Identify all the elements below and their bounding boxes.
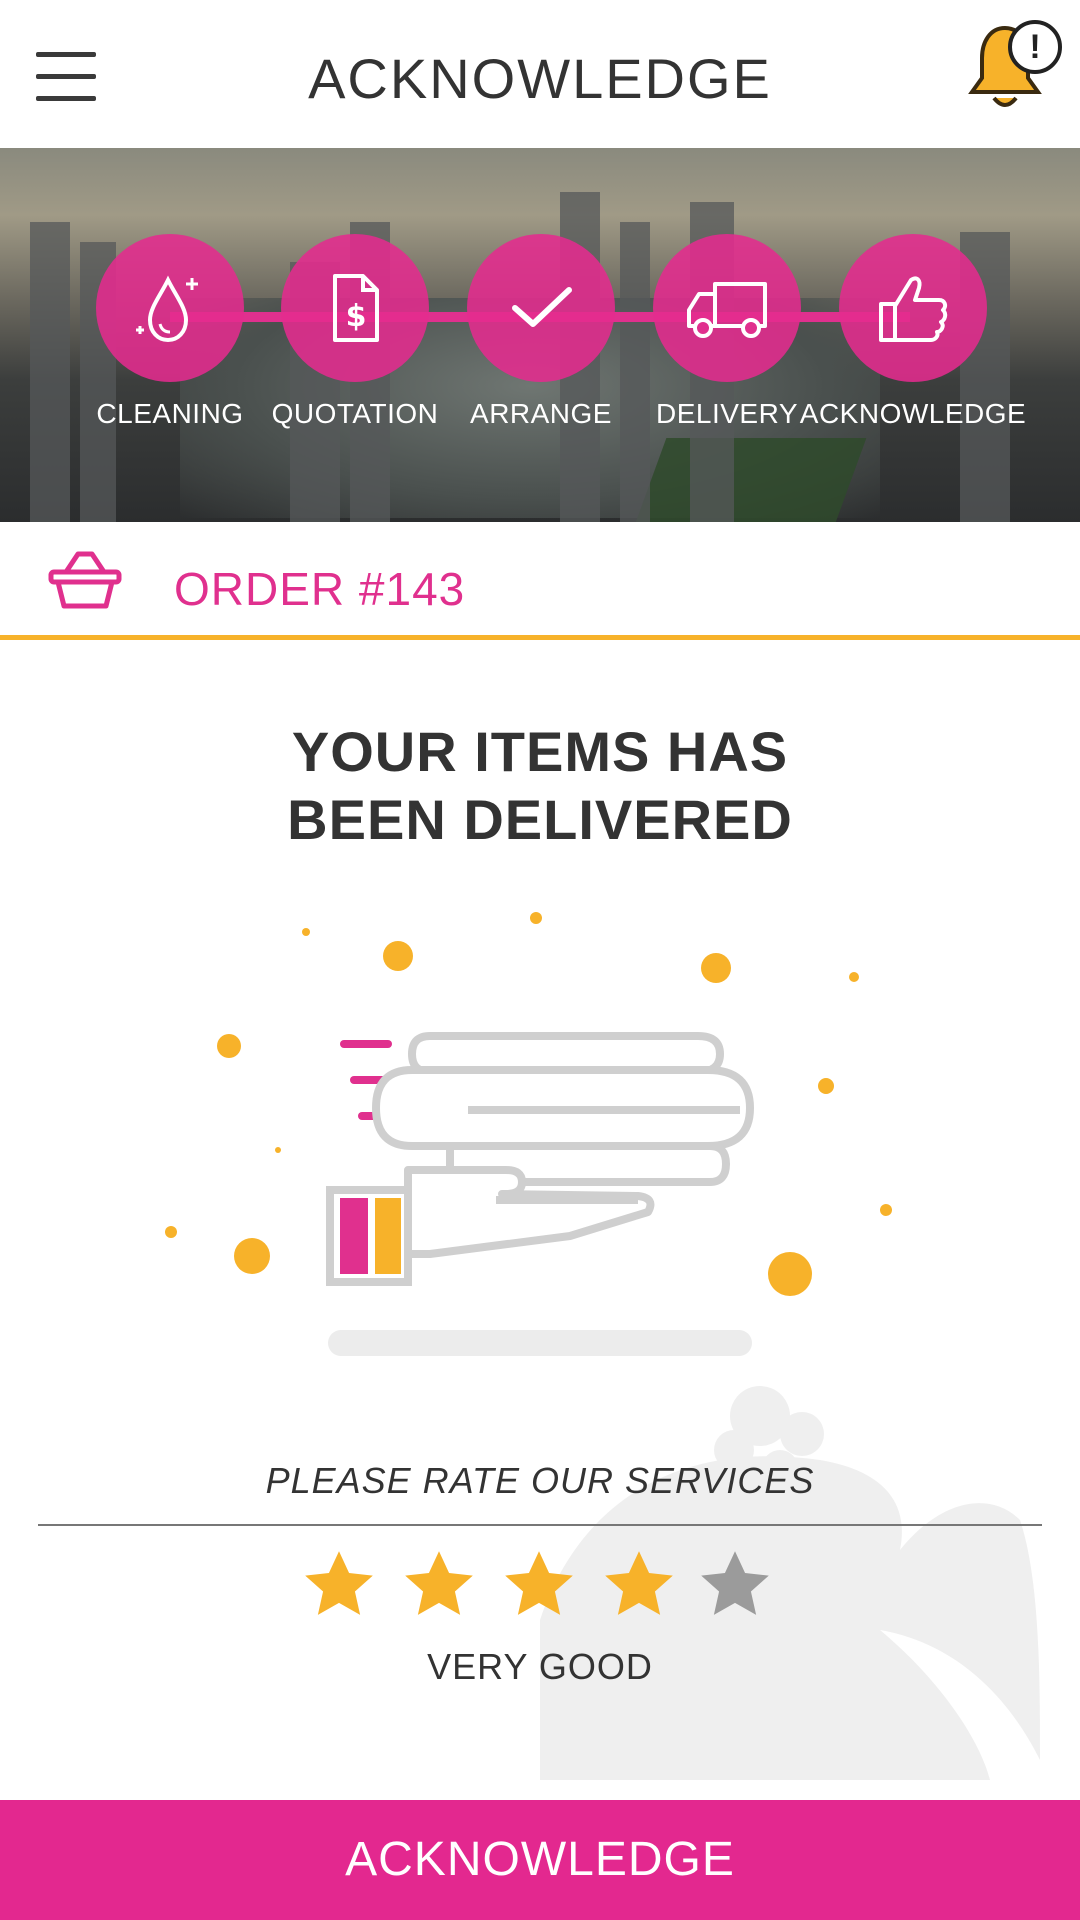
order-header: ORDER #143 xyxy=(0,522,1080,640)
step-cleaning[interactable]: CLEANING xyxy=(95,234,245,429)
divider xyxy=(38,1524,1042,1526)
sleeve xyxy=(326,1186,412,1286)
delivered-items-illustration xyxy=(165,912,892,1356)
rating-description: VERY GOOD xyxy=(427,1646,653,1687)
delivery-status-heading: YOUR ITEMS HAS BEEN DELIVERED xyxy=(0,718,1080,854)
folded-towels xyxy=(372,1032,754,1186)
svg-text:$: $ xyxy=(346,299,367,334)
star-icon[interactable] xyxy=(500,1546,578,1624)
star-icon[interactable] xyxy=(300,1546,378,1624)
step-delivery[interactable]: DELIVERY xyxy=(652,234,802,429)
star-icon[interactable] xyxy=(600,1546,678,1624)
heading-line-1: YOUR ITEMS HAS xyxy=(291,720,789,783)
thumbs-up-icon xyxy=(879,276,948,342)
notification-badge: ! xyxy=(1008,20,1062,74)
shadow-bar xyxy=(328,1330,752,1356)
truck-icon xyxy=(687,282,767,338)
app-header: ACKNOWLEDGE ! xyxy=(0,0,1080,148)
heading-line-2: BEEN DELIVERED xyxy=(287,788,793,851)
rating-prompt: PLEASE RATE OUR SERVICES xyxy=(265,1460,815,1501)
order-title: ORDER #143 xyxy=(174,563,466,615)
step-label: ACKNOWLEDGE xyxy=(799,398,1027,429)
star-icon[interactable] xyxy=(696,1546,774,1624)
water-drop-icon xyxy=(136,275,198,343)
basket-icon xyxy=(48,551,122,609)
acknowledge-button[interactable]: ACKNOWLEDGE xyxy=(0,1800,1080,1920)
progress-banner: CLEANING $ QUOTATION ARRANGE DELIVERY AC… xyxy=(0,148,1080,522)
star-rating[interactable] xyxy=(300,1546,780,1626)
step-quotation[interactable]: $ QUOTATION xyxy=(272,234,438,429)
checkmark-icon xyxy=(512,287,572,327)
page-title: ACKNOWLEDGE xyxy=(308,47,772,110)
dollar-document-icon: $ xyxy=(333,274,379,342)
star-icon[interactable] xyxy=(400,1546,478,1624)
step-arrange[interactable]: ARRANGE xyxy=(466,234,616,429)
step-acknowledge[interactable]: ACKNOWLEDGE xyxy=(800,234,1026,429)
